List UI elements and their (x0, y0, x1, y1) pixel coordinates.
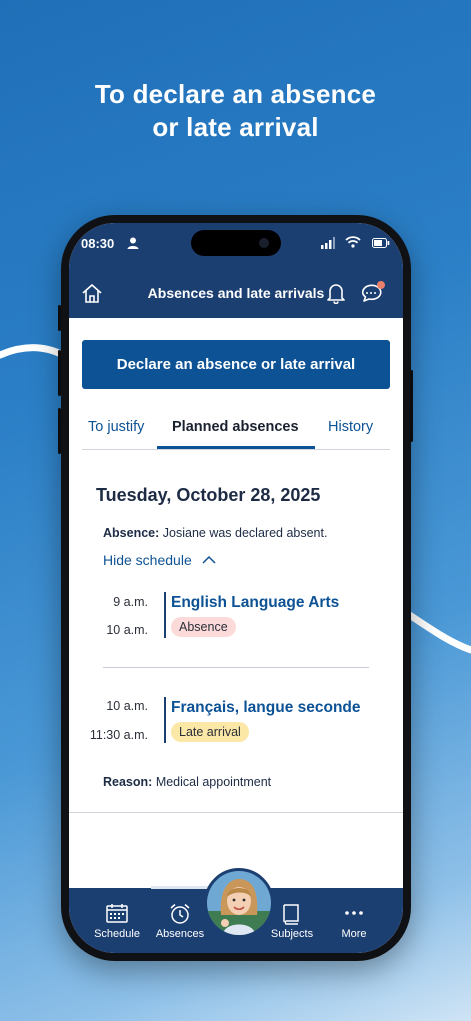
reason-label: Reason: (103, 775, 153, 789)
active-tab-indicator (157, 446, 315, 449)
declare-absence-button[interactable]: Declare an absence or late arrival (82, 340, 390, 389)
status-time: 08:30 (81, 236, 115, 251)
headline-line-2: or late arrival (152, 112, 319, 142)
avatar[interactable] (204, 868, 274, 938)
alarm-clock-icon (170, 903, 190, 924)
status-badge: Absence (171, 617, 236, 637)
tab-planned-absences[interactable]: Planned absences (172, 419, 299, 435)
period-start-time: 10 a.m. (106, 699, 148, 713)
app-bar-title: Absences and late arrivals (147, 285, 325, 301)
notification-dot (377, 281, 385, 289)
bell-icon[interactable] (327, 282, 345, 304)
phone-side-button (58, 350, 61, 396)
nav-more[interactable]: More (321, 888, 387, 948)
nav-label: Schedule (94, 928, 140, 940)
period-bar (164, 592, 166, 638)
student-photo (207, 871, 271, 935)
period-divider (103, 667, 369, 668)
phone-screen: 08:30 Absences and late arrivals Declare… (69, 223, 403, 953)
wifi-icon (345, 236, 361, 248)
period-start-time: 9 a.m. (113, 595, 148, 609)
chat-icon[interactable] (360, 280, 386, 304)
tab-to-justify[interactable]: To justify (88, 419, 144, 435)
card-bottom-divider (69, 812, 403, 813)
nav-absences[interactable]: Absences (147, 888, 213, 948)
nav-label: Absences (155, 928, 205, 940)
phone-power-button (410, 370, 413, 442)
chevron-up-icon (202, 555, 216, 564)
absence-text: Josiane was declared absent. (162, 526, 328, 540)
hide-schedule-label: Hide schedule (103, 552, 192, 568)
book-icon (283, 904, 299, 925)
nav-schedule[interactable]: Schedule (84, 888, 150, 948)
hide-schedule-toggle[interactable]: Hide schedule (103, 552, 216, 568)
course-name[interactable]: Français, langue seconde (171, 699, 361, 717)
course-name[interactable]: English Language Arts (171, 594, 339, 612)
camera-dot (259, 238, 269, 248)
status-badge: Late arrival (171, 722, 249, 742)
battery-icon (372, 238, 390, 248)
reason-text: Medical appointment (155, 775, 272, 789)
headline-line-1: To declare an absence (94, 79, 377, 109)
dynamic-island (191, 230, 281, 256)
nav-label: Subjects (270, 928, 314, 940)
status-bar: 08:30 (69, 223, 403, 268)
reason-line: Reason: Medical appointment (103, 775, 271, 789)
phone-side-button (58, 305, 61, 331)
calendar-icon (106, 904, 128, 923)
absence-date: Tuesday, October 28, 2025 (96, 485, 321, 505)
person-icon (127, 237, 139, 249)
period-end-time: 10 a.m. (106, 623, 148, 637)
headline: To declare an absence or late arrival (0, 78, 471, 144)
phone-side-button (58, 408, 61, 454)
absence-label: Absence: (103, 526, 160, 540)
absence-tabs: To justify Planned absences History (82, 411, 390, 450)
app-bar: Absences and late arrivals (69, 268, 403, 318)
cellular-signal-icon (321, 237, 335, 249)
absence-summary: Absence: Josiane was declared absent. (103, 526, 327, 540)
period-bar (164, 697, 166, 743)
tab-history[interactable]: History (328, 419, 373, 435)
nav-label: More (341, 928, 367, 940)
more-dots-icon (345, 911, 363, 915)
period-end-time: 11:30 a.m. (89, 728, 148, 742)
